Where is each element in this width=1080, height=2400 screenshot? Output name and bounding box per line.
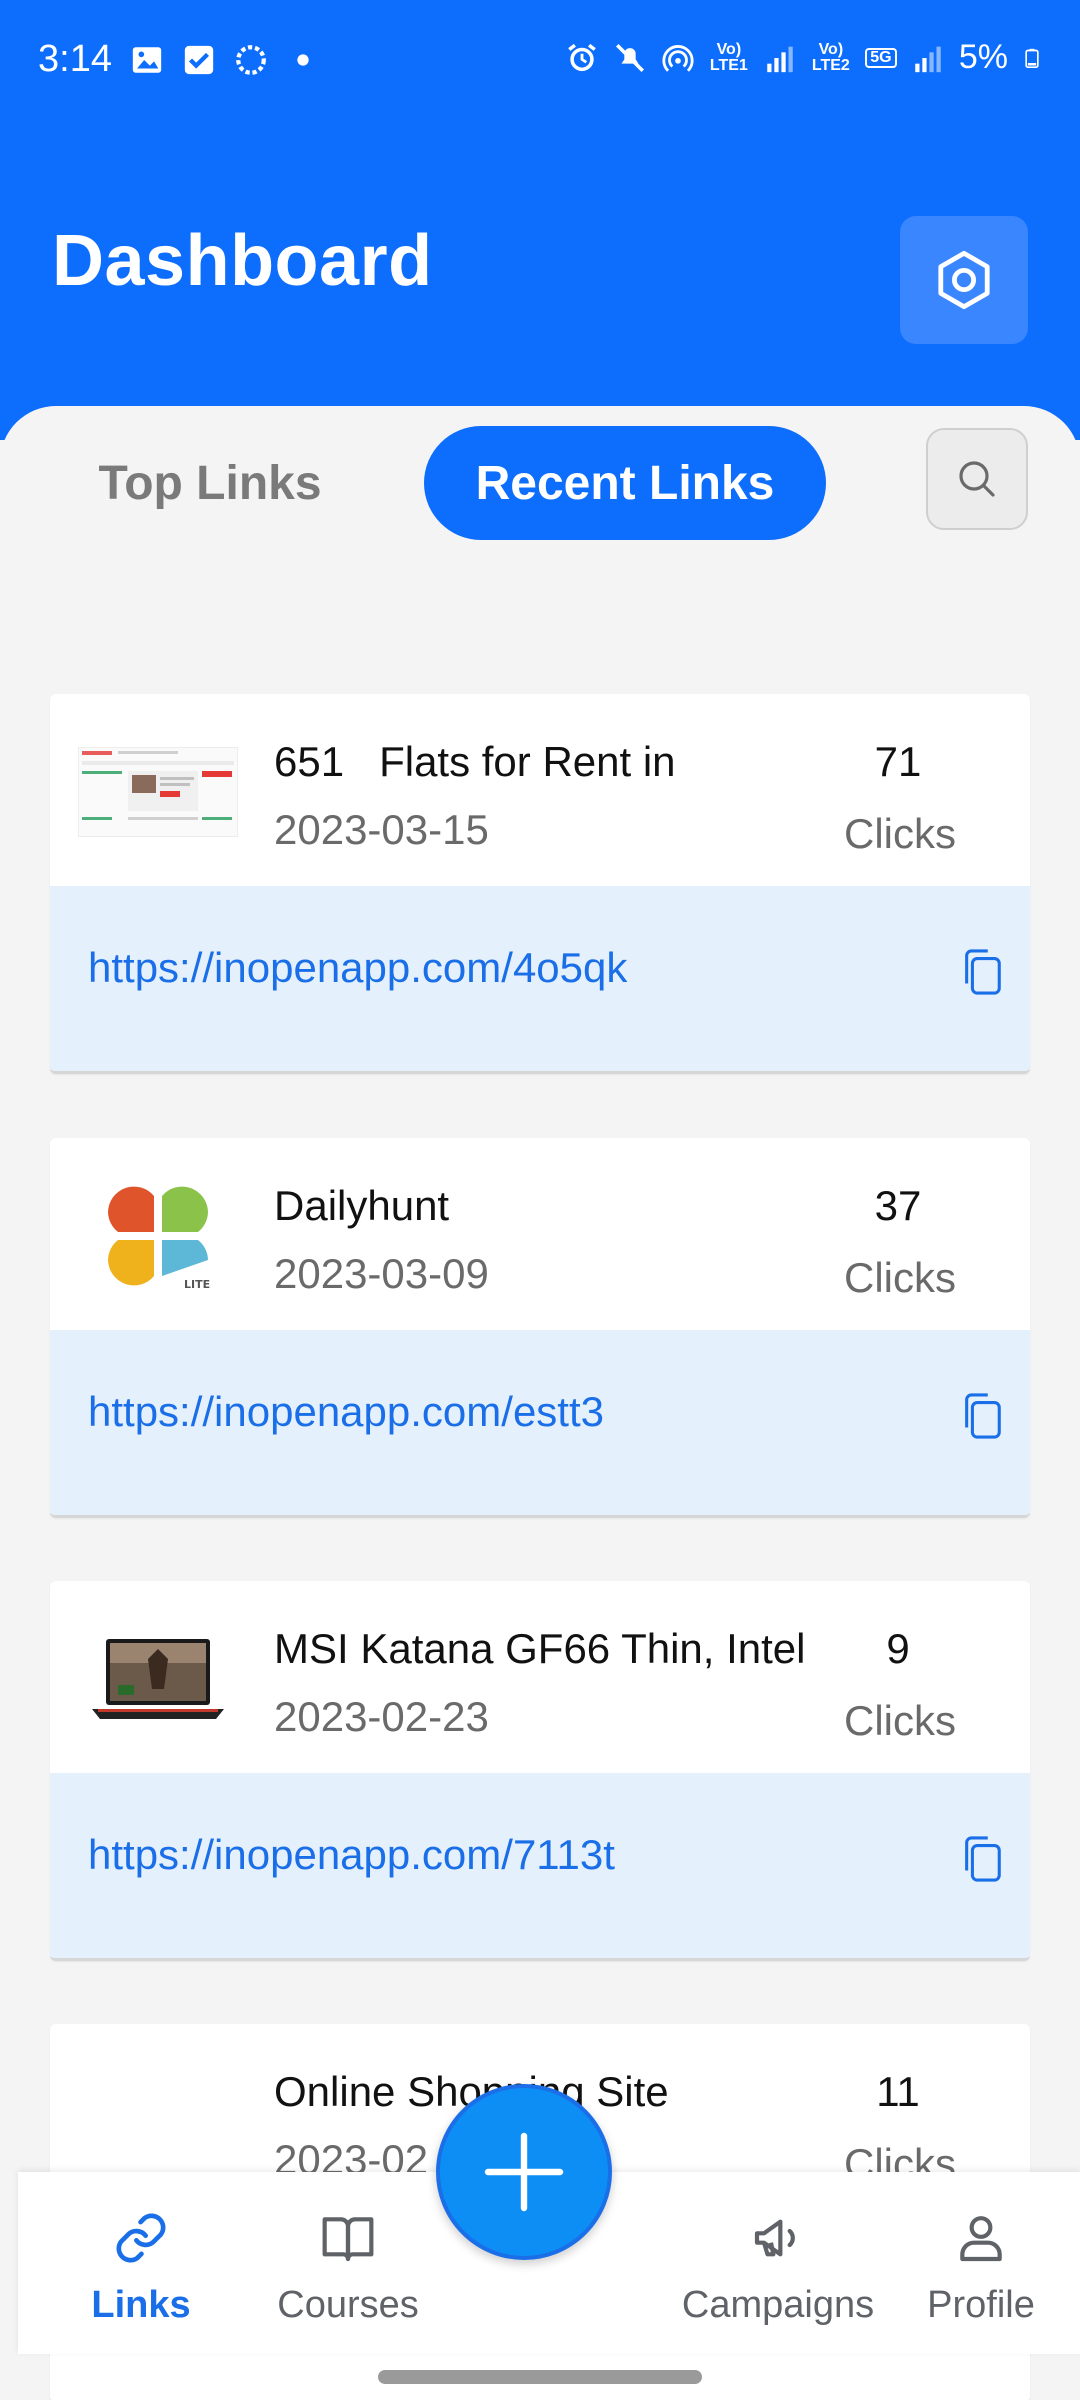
dailyhunt-logo: LITE [108, 1186, 210, 1291]
book-icon [318, 2208, 378, 2268]
settings-button[interactable] [900, 216, 1028, 344]
hotspot-icon [662, 44, 694, 72]
lite-badge: LITE [184, 1278, 210, 1291]
sim1-label: Vo) LTE1 [709, 40, 748, 74]
webpage-thumbnail [78, 732, 238, 852]
settings-hexagon-icon [938, 250, 990, 310]
link-date: 2023-03-09 [274, 1250, 489, 1297]
nav-links[interactable]: Links [66, 2208, 216, 2327]
nav-campaigns[interactable]: Campaigns [658, 2208, 898, 2327]
copy-icon [965, 1836, 1001, 1882]
alarm-icon [568, 43, 596, 71]
signal-2-icon [915, 46, 941, 72]
nav-courses[interactable]: Courses [258, 2208, 438, 2327]
nav-courses-label: Courses [277, 2284, 419, 2326]
mute-icon [615, 43, 644, 72]
copy-button[interactable] [952, 1384, 1012, 1448]
link-title: MSI Katana GF66 Thin, Intel [274, 1625, 806, 1672]
nav-profile-label: Profile [927, 2284, 1035, 2326]
link-card[interactable]: MSI Katana GF66 Thin, Intel 2023-02-23 9… [50, 1581, 1030, 1961]
status-right: Vo) LTE1 Vo) LTE2 5G 5% [565, 38, 1042, 77]
copy-icon [965, 1393, 1001, 1439]
click-count: 71 [874, 738, 922, 785]
megaphone-icon [748, 2208, 808, 2268]
home-indicator[interactable] [378, 2370, 702, 2384]
battery-icon [1025, 48, 1039, 68]
image-notification-icon [132, 46, 162, 73]
page-title: Dashboard [52, 221, 433, 301]
link-date: 2023-03-15 [274, 806, 489, 853]
link-card[interactable]: LITE Dailyhunt 2023-03-09 37 Clicks http… [50, 1138, 1030, 1518]
status-time: 3:14 [38, 38, 112, 80]
webpage-screenshot-image [78, 747, 238, 837]
profile-icon [951, 2208, 1011, 2268]
laptop-thumbnail [78, 1619, 238, 1739]
link-card[interactable]: 651 Flats for Rent in 2023-03-15 71 Clic… [50, 694, 1030, 1074]
dot-notification-icon [297, 53, 309, 66]
short-link-area: https://inopenapp.com/4o5qk [50, 886, 1030, 1071]
dailyhunt-thumbnail: LITE [78, 1176, 238, 1296]
laptop-image [92, 1639, 224, 1719]
click-count: 9 [886, 1625, 910, 1672]
link-icon [111, 2208, 171, 2268]
checkbox-notification-icon [184, 45, 214, 74]
short-link-area: https://inopenapp.com/estt3 [50, 1330, 1030, 1515]
link-title: 651 Flats for Rent in [274, 738, 676, 785]
short-url[interactable]: https://inopenapp.com/7113t [88, 1831, 615, 1879]
signal-1-icon [767, 46, 793, 72]
plus-icon [484, 2132, 564, 2212]
link-date: 2023-02-23 [274, 1693, 489, 1740]
short-url[interactable]: https://inopenapp.com/estt3 [88, 1388, 604, 1436]
search-button[interactable] [926, 428, 1028, 530]
tab-recent-links[interactable]: Recent Links [424, 426, 826, 540]
nav-profile[interactable]: Profile [906, 2208, 1056, 2327]
header: Dashboard [0, 120, 1080, 440]
click-count: 37 [874, 1182, 922, 1229]
clicks-label: Clicks [844, 1254, 956, 1301]
tab-top-links[interactable]: Top Links [60, 426, 360, 540]
nav-campaigns-label: Campaigns [681, 2284, 875, 2326]
short-link-area: https://inopenapp.com/7113t [50, 1773, 1030, 1958]
status-bar: 3:14 Vo) LTE1 Vo) LTE2 5G 5% [0, 0, 1080, 120]
link-title: Dailyhunt [274, 1182, 450, 1229]
add-link-button[interactable] [436, 2084, 612, 2260]
copy-button[interactable] [952, 1827, 1012, 1891]
copy-icon [965, 949, 1001, 995]
clicks-label: Clicks [844, 810, 956, 857]
status-left: 3:14 [38, 38, 320, 81]
network-5g-label: 5G [864, 47, 897, 68]
search-icon [959, 461, 995, 497]
nav-links-label: Links [91, 2284, 191, 2326]
short-url[interactable]: https://inopenapp.com/4o5qk [88, 944, 627, 992]
click-count: 11 [876, 2068, 920, 2115]
loading-notification-icon [236, 44, 266, 75]
battery-percent: 5% [958, 38, 1008, 76]
copy-button[interactable] [952, 940, 1012, 1004]
sim2-label: Vo) LTE2 [811, 40, 850, 74]
clicks-label: Clicks [844, 1697, 956, 1744]
